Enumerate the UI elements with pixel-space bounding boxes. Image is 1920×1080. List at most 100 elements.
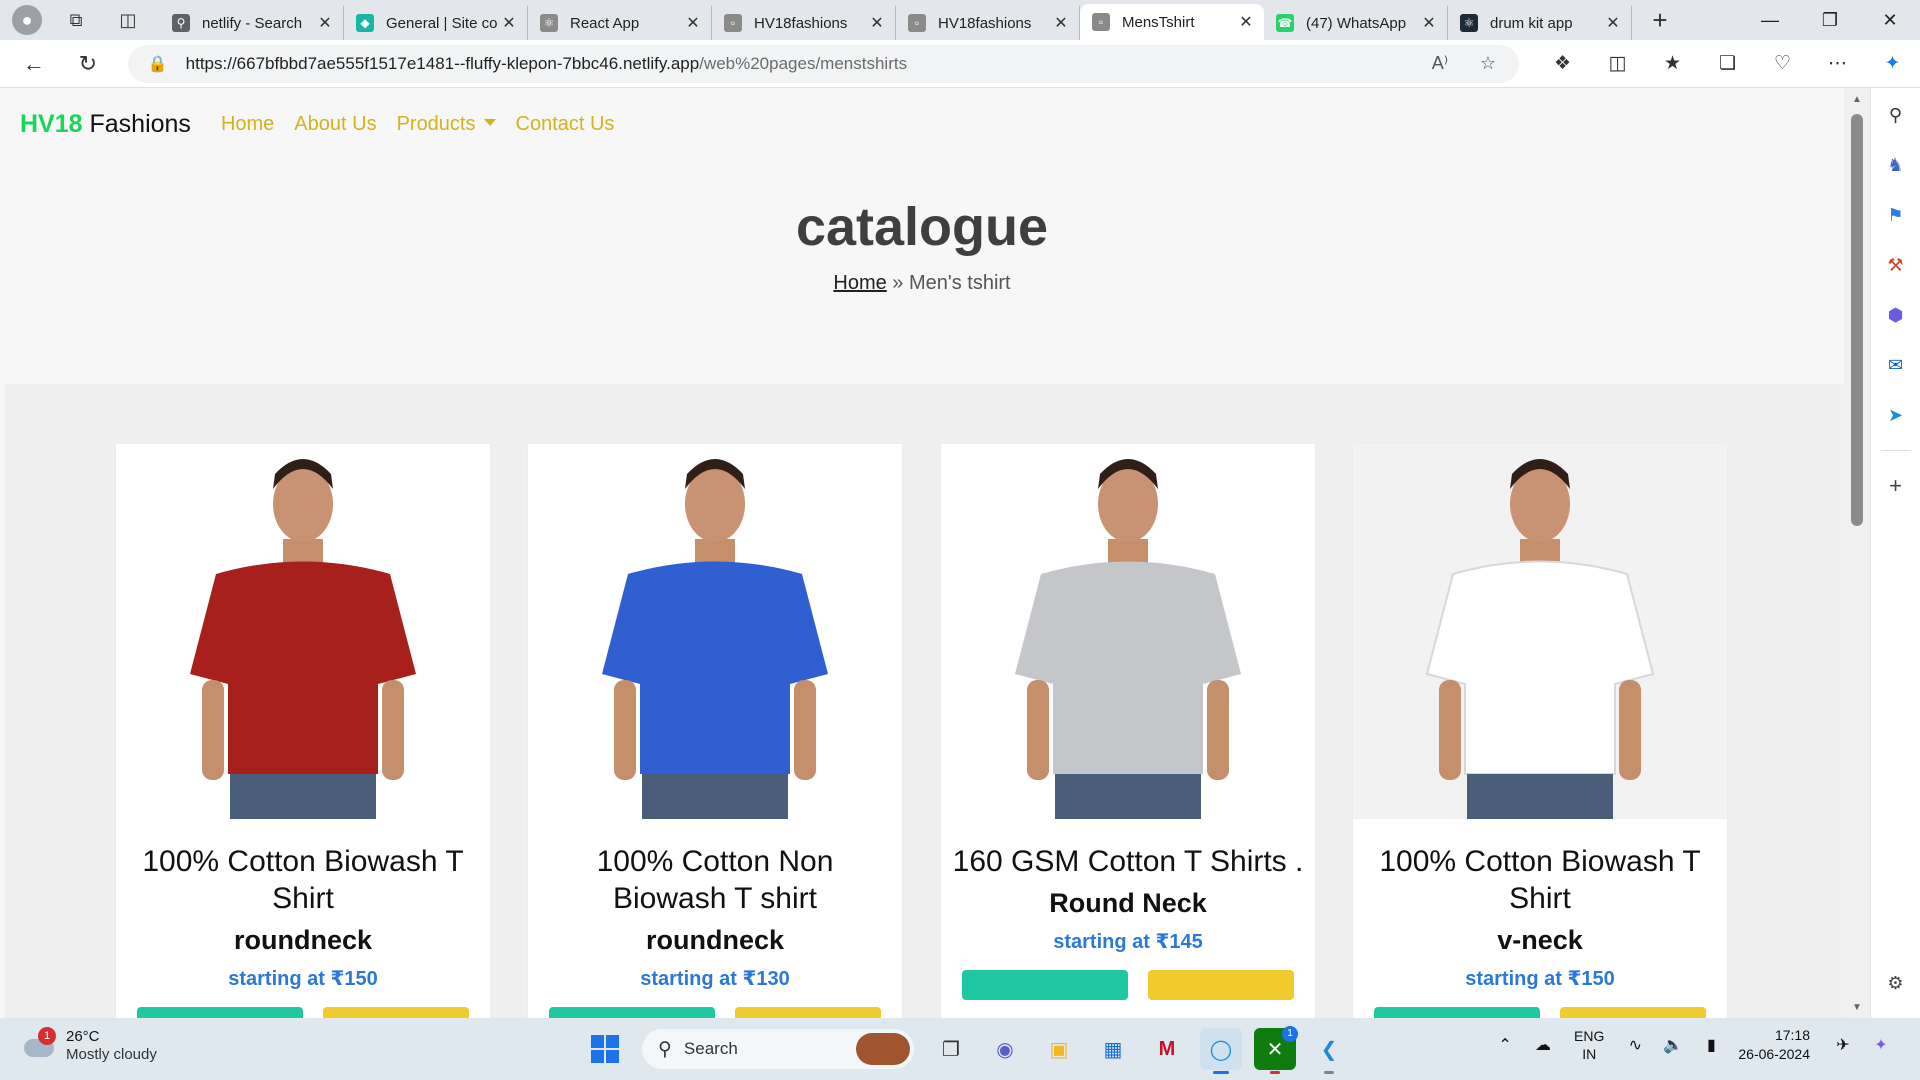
nav-home-link[interactable]: Home	[221, 113, 274, 136]
wifi-icon[interactable]: ∿	[1620, 1035, 1650, 1055]
product-title[interactable]: 100% Cotton Biowash T Shirt	[116, 843, 490, 917]
browser-tab[interactable]: ☎ (47) WhatsApp ✕	[1264, 6, 1448, 40]
product-card[interactable]: 160 GSM Cotton T Shirts . Round Neck sta…	[941, 444, 1315, 1018]
battery-icon[interactable]: ▮	[1696, 1035, 1726, 1055]
browser-tab[interactable]: ▫ HV18fashions ✕	[712, 6, 896, 40]
product-image[interactable]	[116, 444, 490, 819]
more-menu-icon[interactable]: ⋯	[1810, 46, 1865, 82]
product-primary-button[interactable]	[962, 970, 1128, 1000]
product-title[interactable]: 100% Cotton Biowash T Shirt	[1353, 843, 1727, 917]
breadcrumb-home-link[interactable]: Home	[833, 272, 886, 294]
volume-icon[interactable]: 🔈	[1658, 1035, 1688, 1055]
favorite-star-icon[interactable]: ☆	[1471, 53, 1505, 74]
file-explorer-icon[interactable]: ▣	[1038, 1028, 1080, 1070]
notification-bell-icon[interactable]: ✈	[1828, 1035, 1858, 1055]
product-card[interactable]: 100% Cotton Non Biowash T shirt roundnec…	[528, 444, 902, 1018]
close-tab-icon[interactable]: ✕	[317, 13, 333, 33]
browser-tab[interactable]: ▫ HV18fashions ✕	[896, 6, 1080, 40]
product-secondary-button[interactable]	[323, 1007, 469, 1018]
close-tab-icon[interactable]: ✕	[1421, 13, 1437, 33]
browser-tab[interactable]: ▫ MensTshirt ✕	[1080, 4, 1264, 40]
product-primary-button[interactable]	[549, 1007, 715, 1018]
browser-tab[interactable]: ⚛ drum kit app ✕	[1448, 6, 1632, 40]
scroll-thumb[interactable]	[1851, 114, 1863, 526]
page-scrollbar[interactable]: ▲ ▼	[1844, 88, 1870, 1018]
add-sidebar-app-icon[interactable]: +	[1881, 471, 1911, 501]
product-title[interactable]: 100% Cotton Non Biowash T shirt	[528, 843, 902, 917]
browser-tab[interactable]: ◆ General | Site co ✕	[344, 6, 528, 40]
product-price: starting at ₹130	[640, 968, 790, 990]
read-aloud-icon[interactable]: A⁾	[1423, 53, 1457, 74]
edge-browser-icon[interactable]: ◯	[1200, 1028, 1242, 1074]
product-card[interactable]: 100% Cotton Biowash T Shirt v-neck start…	[1353, 444, 1727, 1018]
browser-essentials-icon[interactable]: ♡	[1755, 46, 1810, 82]
product-neck-type: Round Neck	[1049, 888, 1207, 918]
extensions-icon[interactable]: ❖	[1535, 46, 1590, 82]
product-secondary-button[interactable]	[735, 1007, 881, 1018]
onedrive-icon[interactable]: ☁	[1528, 1035, 1558, 1055]
xbox-icon[interactable]: ✕ 1	[1254, 1026, 1298, 1074]
minimize-button[interactable]: —	[1740, 0, 1800, 40]
close-tab-icon[interactable]: ✕	[685, 13, 701, 33]
teams-chat-icon[interactable]: ◉	[984, 1028, 1026, 1070]
product-neck-type: roundneck	[645, 925, 785, 955]
copilot-preview-icon[interactable]: ✦	[1866, 1035, 1896, 1055]
product-primary-button[interactable]	[1374, 1007, 1540, 1018]
nav-contact-link[interactable]: Contact Us	[516, 113, 615, 136]
close-window-button[interactable]: ✕	[1860, 0, 1920, 40]
sidebar-settings-icon[interactable]: ⚙	[1881, 968, 1911, 998]
microsoft-store-icon[interactable]: ▦	[1092, 1028, 1134, 1070]
scroll-up-icon[interactable]: ▲	[1844, 88, 1870, 110]
close-tab-icon[interactable]: ✕	[869, 13, 885, 33]
shopping-tag-icon[interactable]: ⚑	[1881, 200, 1911, 230]
clock[interactable]: 17:18 26-06-2024	[1738, 1026, 1810, 1064]
close-tab-icon[interactable]: ✕	[1053, 13, 1069, 33]
browser-tab[interactable]: ⚛ React App ✕	[528, 6, 712, 40]
nav-products-dropdown[interactable]: Products	[397, 113, 496, 136]
product-card[interactable]: 100% Cotton Biowash T Shirt roundneck st…	[116, 444, 490, 1018]
tools-icon[interactable]: ⚒	[1881, 250, 1911, 280]
product-secondary-button[interactable]	[1560, 1007, 1706, 1018]
close-tab-icon[interactable]: ✕	[1605, 13, 1621, 33]
profile-icon[interactable]: ●	[12, 5, 42, 35]
taskbar-search-input[interactable]: ⚲ Search	[642, 1029, 914, 1069]
sidebar-search-icon[interactable]: ⚲	[1881, 100, 1911, 130]
scroll-down-icon[interactable]: ▼	[1844, 996, 1870, 1018]
restore-button[interactable]: ❐	[1800, 0, 1860, 40]
refresh-button[interactable]: ↻	[68, 46, 108, 82]
vscode-icon[interactable]: ❮	[1308, 1028, 1350, 1074]
lock-icon[interactable]: 🔒	[148, 54, 168, 74]
workspaces-icon[interactable]: ⧉	[58, 5, 94, 35]
windows-start-icon[interactable]	[584, 1028, 626, 1070]
copilot-icon[interactable]: ✦	[1865, 46, 1920, 82]
chess-icon[interactable]: ♞	[1881, 150, 1911, 180]
product-title[interactable]: 160 GSM Cotton T Shirts .	[941, 843, 1315, 880]
favorites-icon[interactable]: ★	[1645, 46, 1700, 82]
product-image[interactable]	[941, 444, 1315, 819]
tab-actions-icon[interactable]: ◫	[110, 5, 146, 35]
close-tab-icon[interactable]: ✕	[1238, 12, 1254, 32]
mcafee-icon[interactable]: M	[1146, 1028, 1188, 1070]
chevron-up-icon[interactable]: ⌃	[1490, 1035, 1520, 1055]
collections-icon[interactable]: ❏	[1700, 46, 1755, 82]
microsoft365-icon[interactable]: ⬢	[1881, 300, 1911, 330]
site-brand[interactable]: HV18 Fashions	[20, 110, 191, 139]
back-button[interactable]: ←	[14, 46, 54, 82]
new-tab-button[interactable]: +	[1642, 5, 1678, 35]
product-secondary-button[interactable]	[1148, 970, 1294, 1000]
split-screen-icon[interactable]: ◫	[1590, 46, 1645, 82]
send-icon[interactable]: ➤	[1881, 400, 1911, 430]
product-actions	[1353, 1007, 1727, 1018]
close-tab-icon[interactable]: ✕	[501, 13, 517, 33]
product-image[interactable]	[528, 444, 902, 819]
nav-about-link[interactable]: About Us	[294, 113, 376, 136]
outlook-icon[interactable]: ✉	[1881, 350, 1911, 380]
product-primary-button[interactable]	[137, 1007, 303, 1018]
task-view-icon[interactable]: ❐	[930, 1028, 972, 1070]
tab-title: HV18fashions	[754, 14, 848, 32]
url-input[interactable]: 🔒 https://667bfbbd7ae555f1517e1481--fluf…	[127, 44, 1519, 83]
browser-tab[interactable]: ⚲ netlify - Search ✕	[160, 6, 344, 40]
product-image[interactable]	[1353, 444, 1727, 819]
language-indicator[interactable]: ENG IN	[1574, 1027, 1604, 1063]
weather-widget[interactable]: 1 26°C Mostly cloudy	[22, 1027, 157, 1064]
